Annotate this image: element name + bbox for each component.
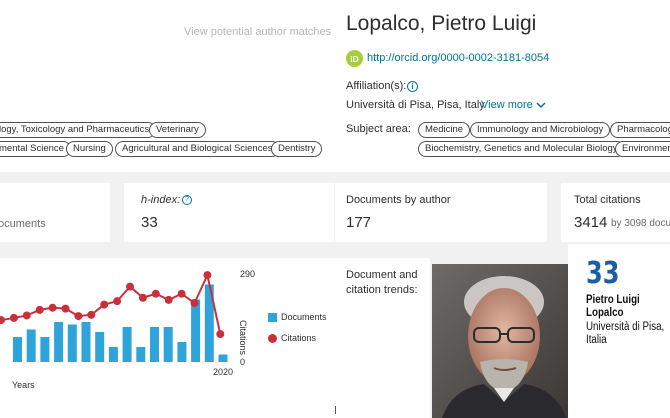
citations-point[interactable] (22, 311, 31, 320)
subject-pill[interactable]: Biochemistry, Genetics and Molecular Bio… (418, 141, 625, 157)
citations-point[interactable] (0, 316, 5, 325)
citations-point[interactable] (177, 289, 186, 298)
view-potential-matches-link[interactable]: View potential author matches (184, 26, 331, 38)
orcid-icon: iD (346, 50, 363, 67)
subject-pill[interactable]: Medicine (418, 122, 471, 138)
h-index-label: h-index: (141, 194, 181, 206)
legend-citations-swatch (268, 334, 277, 343)
documents-by-author-label: Documents by author (346, 194, 451, 206)
subject-pill[interactable]: Immunology and Microbiology (470, 122, 611, 138)
help-icon[interactable]: ? (182, 195, 192, 205)
author-photo (432, 264, 568, 418)
citations-point[interactable] (138, 293, 147, 302)
citations-point[interactable] (164, 295, 173, 304)
documents-bar[interactable] (40, 337, 50, 362)
x-axis-label: Years (12, 380, 35, 390)
trends-chart-card: 290 0 Citations 2020 Years Documents Cit… (0, 258, 335, 418)
subject-pill[interactable]: mental Science (0, 141, 71, 157)
citations-point[interactable] (190, 299, 199, 308)
documents-bar[interactable] (150, 327, 159, 362)
citations-point[interactable] (9, 313, 18, 322)
total-citations-label: Total citations (574, 194, 641, 206)
citations-point[interactable] (35, 305, 44, 314)
documents-bar[interactable] (81, 322, 91, 362)
documents-bar[interactable] (122, 327, 132, 362)
subject-pill[interactable]: Agricultural and Biological Sciences (115, 141, 280, 157)
citations-point[interactable] (126, 282, 134, 291)
citations-point[interactable] (48, 303, 57, 312)
documents-bar[interactable] (13, 337, 22, 362)
legend-documents-swatch (268, 313, 277, 322)
affiliation-value: Università di Pisa, Pisa, Italy (346, 99, 485, 111)
citations-point[interactable] (87, 310, 96, 319)
y-right-tick-min: 0 (240, 357, 246, 367)
view-more-link[interactable]: View more (481, 99, 533, 111)
citations-point[interactable] (113, 297, 122, 306)
subject-pill[interactable]: Pharmacolog (610, 122, 670, 138)
citations-point[interactable] (100, 300, 109, 309)
documents-bar[interactable] (177, 342, 187, 362)
documents-bar[interactable] (26, 329, 36, 363)
citations-point[interactable] (151, 289, 160, 298)
orcid-link[interactable]: http://orcid.org/0000-0002-3181-8054 (367, 52, 549, 64)
legend-documents-label: Documents (281, 312, 327, 322)
chevron-down-icon[interactable] (535, 99, 547, 111)
documents-bar[interactable] (218, 354, 228, 363)
author-name: Lopalco, Pietro Luigi (346, 12, 537, 35)
h-index-value: 33 (141, 214, 158, 231)
documents-bar[interactable] (136, 347, 146, 362)
overlay-author-name: Pietro Luigi Lopalco (586, 294, 640, 319)
overlay-affiliation: Università di Pisa, Italia (586, 321, 665, 346)
h-index-card: h-index: ? 33 (124, 183, 334, 242)
x-tick-last-year: 2020 (213, 367, 234, 377)
documents-bar[interactable] (67, 324, 77, 363)
documents-bar[interactable] (163, 327, 173, 362)
documents-bar[interactable] (191, 299, 201, 363)
citations-point[interactable] (61, 304, 70, 313)
total-citations-card[interactable]: Total citations 3414 by 3098 docu (561, 183, 670, 242)
info-icon[interactable]: i (407, 81, 418, 92)
citations-line (0, 271, 222, 335)
affiliation-label: Affiliation(s): (346, 80, 407, 92)
y-right-axis-label: Citations (238, 320, 248, 356)
total-citations-sub: by 3098 docu (611, 218, 670, 229)
documents-card[interactable]: ocuments (0, 183, 110, 242)
subject-pill[interactable]: Environmen (615, 141, 670, 157)
total-citations-value: 3414 (574, 214, 608, 231)
subject-pill[interactable]: logy, Toxicology and Pharmaceutics (0, 122, 157, 138)
documents-bar[interactable] (108, 347, 118, 362)
legend-citations-label: Citations (281, 333, 317, 343)
documents-partial-label: ocuments (0, 218, 46, 230)
documents-by-author-card[interactable]: Documents by author 177 (335, 183, 547, 242)
text-cursor (335, 406, 336, 414)
citations-point[interactable] (216, 330, 225, 339)
documents-by-author-value: 177 (346, 214, 372, 231)
subject-area-label: Subject area: (346, 123, 411, 135)
citations-point[interactable] (203, 271, 212, 280)
subject-pill[interactable]: Veterinary (149, 122, 206, 138)
overlay-h-index-number: 33 (586, 256, 620, 291)
citations-point[interactable] (74, 312, 83, 321)
trends-label: Document and citation trends: (346, 269, 418, 296)
subject-pill[interactable]: Dentistry (271, 141, 323, 157)
subject-pill[interactable]: Nursing (66, 141, 113, 157)
y-right-tick-max: 290 (240, 269, 256, 279)
documents-bar[interactable] (95, 332, 105, 362)
documents-bar[interactable] (54, 322, 64, 362)
